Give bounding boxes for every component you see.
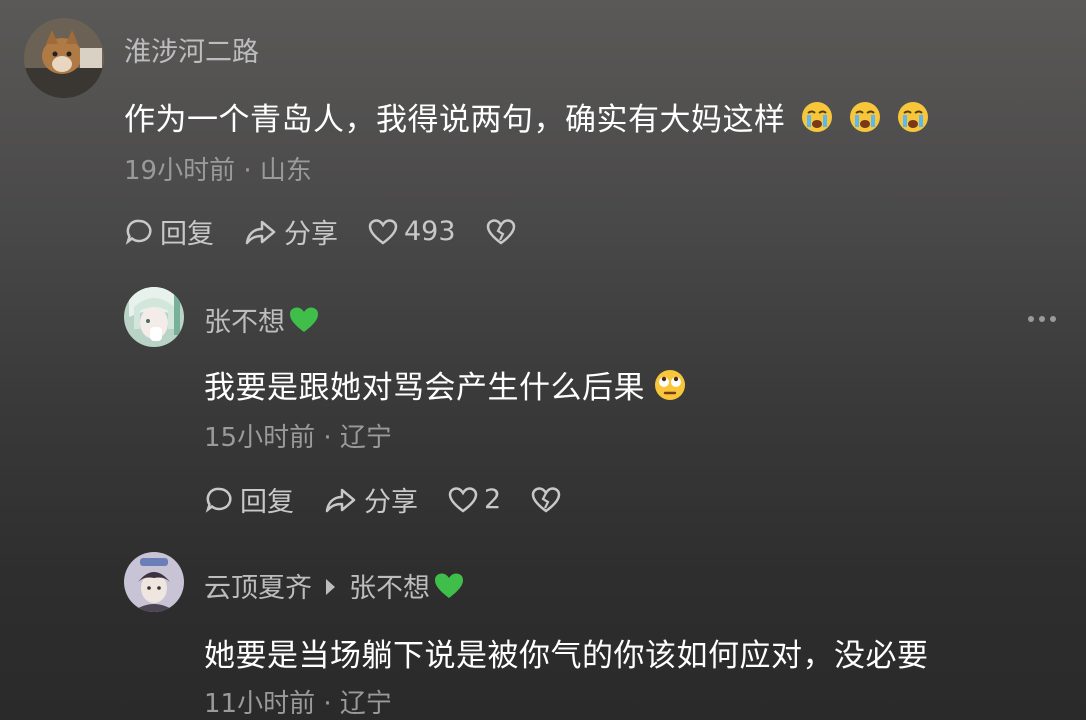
share-icon (245, 220, 276, 244)
heart-icon (448, 486, 478, 513)
reply-label: 回复 (240, 487, 294, 518)
like-button[interactable]: 493 (368, 216, 456, 247)
avatar[interactable] (124, 552, 184, 612)
author-name: 张不想 (204, 307, 285, 338)
comment-author[interactable]: 云顶夏齐 张不想 (204, 566, 464, 607)
rolling-eyes-face-icon (653, 368, 687, 410)
broken-heart-icon (486, 218, 515, 245)
comment-text: 她要是当场躺下说是被你气的你该如何应对，没必要 (204, 638, 929, 674)
broken-heart-icon (531, 486, 561, 513)
comment-meta: 11小时前 · 辽宁 (204, 689, 392, 719)
avatar-image (24, 18, 104, 98)
avatar-image (124, 287, 184, 347)
green-heart-icon (289, 306, 319, 341)
avatar-image (124, 552, 184, 612)
comment-body: 作为一个青岛人，我得说两句，确实有大妈这样 (124, 102, 786, 138)
more-options-button[interactable] (1028, 316, 1056, 322)
reply-arrow-icon (326, 579, 335, 595)
author-name: 云顶夏齐 (204, 573, 312, 604)
share-label: 分享 (364, 487, 418, 518)
like-count: 493 (404, 216, 456, 247)
comment-author[interactable]: 张不想 (204, 300, 319, 341)
share-label: 分享 (284, 219, 338, 250)
crying-face-icon (848, 100, 882, 142)
comment-actions: 回复 分享 2 (204, 480, 597, 519)
share-button[interactable]: 分享 (324, 480, 418, 519)
like-count: 2 (484, 484, 502, 515)
avatar[interactable] (24, 18, 104, 98)
comment-meta: 15小时前 · 辽宁 (204, 423, 392, 453)
green-heart-icon (434, 572, 464, 607)
avatar[interactable] (124, 287, 184, 347)
reply-button[interactable]: 回复 (204, 480, 294, 519)
comment-author[interactable]: 淮涉河二路 (124, 30, 259, 69)
comment-text: 我要是跟她对骂会产生什么后果 (204, 362, 687, 410)
share-button[interactable]: 分享 (244, 212, 338, 251)
comment-body: 我要是跟她对骂会产生什么后果 (204, 370, 645, 406)
dislike-button[interactable] (486, 218, 522, 246)
share-icon (325, 488, 356, 512)
reply-button[interactable]: 回复 (124, 212, 214, 251)
comment-text: 作为一个青岛人，我得说两句，确实有大妈这样 (124, 94, 930, 142)
reply-icon (125, 219, 152, 245)
dot (1050, 316, 1056, 322)
dot (1039, 316, 1045, 322)
dislike-button[interactable] (531, 486, 567, 514)
heart-icon (368, 218, 398, 245)
reply-to-name: 张不想 (349, 573, 430, 604)
reply-label: 回复 (160, 219, 214, 250)
dot (1028, 316, 1034, 322)
reply-icon (205, 487, 232, 513)
comment-actions: 回复 分享 493 (124, 212, 552, 251)
comment-meta: 19小时前 · 山东 (124, 156, 312, 186)
crying-face-icon (896, 100, 930, 142)
like-button[interactable]: 2 (448, 484, 501, 515)
crying-face-icon (800, 100, 834, 142)
